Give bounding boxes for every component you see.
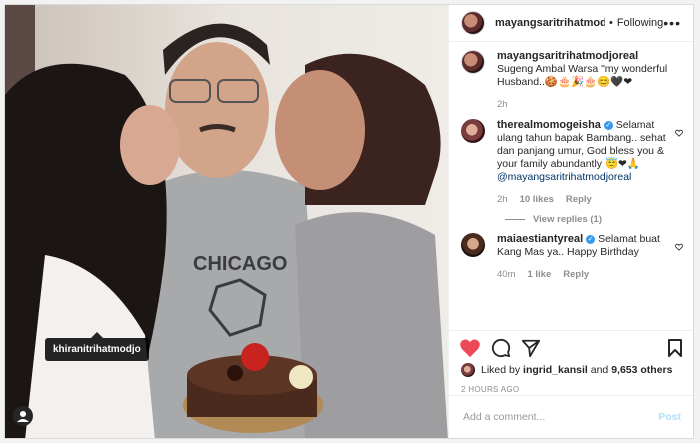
post-header: mayangsaritrihatmodjo • Following ••• [449,5,693,42]
likes-prefix: Liked by [481,364,521,376]
avatar[interactable] [461,233,485,257]
photo-illustration: CHICAGO [5,5,448,438]
avatar[interactable] [461,363,475,377]
bookmark-icon[interactable] [667,338,683,358]
comment-username[interactable]: therealmomogeisha [497,119,601,131]
avatar[interactable] [461,119,485,143]
comment-likes[interactable]: 10 likes [520,193,554,206]
heart-icon[interactable] [459,338,481,358]
ellipsis-icon[interactable]: ••• [663,15,681,31]
comment-input[interactable] [461,410,659,424]
post-actions [449,330,693,365]
liked-by-user[interactable]: ingrid_kansil [523,364,588,376]
avatar[interactable] [461,50,485,74]
mention-link[interactable]: @mayangsaritrihatmodjoreal [497,171,631,183]
avatar[interactable] [461,11,485,35]
comment-emojis: 🍪🎂🎉🎂😊🖤❤ [544,76,633,88]
reply-button[interactable]: Reply [566,193,592,206]
comment-username[interactable]: mayangsaritrihatmodjoreal [497,50,638,62]
likes-count[interactable]: 9,653 others [611,364,672,376]
like-comment-icon[interactable] [675,243,683,251]
list-item: maiaestiantyreal ✓ Selamat buat Kang Mas… [449,225,693,281]
comment-likes[interactable]: 1 like [527,268,551,281]
post-button[interactable]: Post [658,411,681,423]
comments-list: mayangsaritrihatmodjoreal Sugeng Ambal W… [449,42,693,330]
header-username[interactable]: mayangsaritrihatmodjo [495,17,605,29]
separator-dot: • [608,17,613,29]
replies-divider [505,219,525,220]
following-button[interactable]: Following [617,17,663,29]
likes-middle: and [590,364,609,376]
post-card: CHICAGO khiranitrihatmodjo mayangsaritri… [4,4,694,439]
comment-time[interactable]: 2h [497,193,508,206]
shirt-text: CHICAGO [193,253,287,275]
view-replies-label[interactable]: View replies (1) [533,214,602,225]
comment-username[interactable]: maiaestiantyreal [497,233,583,245]
view-replies[interactable]: View replies (1) [505,214,693,225]
likes-summary: Liked by ingrid_kansil and 9,653 others [461,363,672,377]
caption: mayangsaritrihatmodjoreal Sugeng Ambal W… [449,42,693,111]
add-comment-bar: Post [449,395,693,438]
verified-badge-icon: ✓ [603,120,613,130]
share-icon[interactable] [521,338,541,358]
comment-time[interactable]: 40m [497,268,515,281]
comment-time[interactable]: 2h [497,98,508,111]
user-tag[interactable]: khiranitrihatmodjo [45,332,149,361]
reply-button[interactable]: Reply [563,268,589,281]
post-sidebar: mayangsaritrihatmodjo • Following ••• ma… [448,5,693,438]
comment-icon[interactable] [491,338,511,358]
comment-emojis: 😇❤🙏 [604,158,640,170]
like-comment-icon[interactable] [675,129,683,137]
user-tags-icon[interactable] [13,406,33,426]
list-item: therealmomogeisha ✓ Selamat ulang tahun … [449,111,693,206]
post-timestamp[interactable]: 2 HOURS AGO [461,385,519,394]
verified-badge-icon: ✓ [586,234,596,244]
post-photo[interactable]: CHICAGO khiranitrihatmodjo [5,5,448,438]
